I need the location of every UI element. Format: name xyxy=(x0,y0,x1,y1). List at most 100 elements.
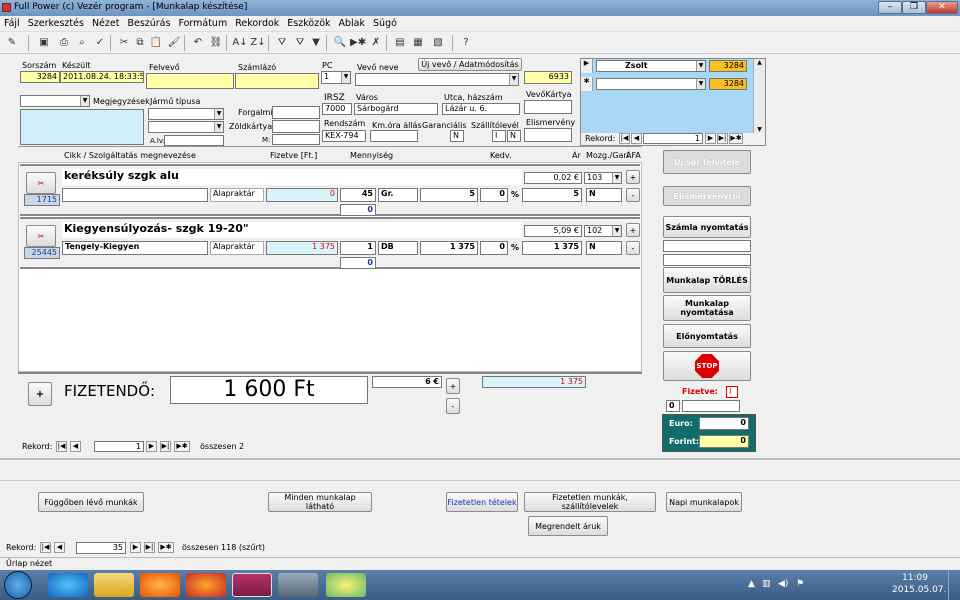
side-field-1[interactable] xyxy=(663,240,751,252)
maximize-button[interactable]: ❐ xyxy=(902,1,926,14)
print-preview-icon[interactable]: ⌕ xyxy=(74,35,90,50)
new-record-nav-icon[interactable]: ▶✱ xyxy=(174,441,190,452)
payment-extra-field[interactable] xyxy=(682,400,740,412)
new-record-icon[interactable]: ▶✱ xyxy=(350,35,366,50)
menu-window[interactable]: Ablak xyxy=(335,16,370,29)
item-title[interactable]: Kiegyensúlyozás- szgk 19-20" xyxy=(62,222,522,238)
item-fizetve[interactable]: 0 xyxy=(266,188,338,202)
next-record-icon[interactable]: ▶ xyxy=(146,441,157,452)
next-record-icon[interactable]: ▶ xyxy=(705,133,716,144)
find-icon[interactable]: 🔍 xyxy=(332,35,348,50)
fizetve-field[interactable]: I xyxy=(726,386,738,398)
item-afa[interactable]: N xyxy=(586,241,622,255)
item-sub-name[interactable]: Tengely-Kiegyen xyxy=(62,241,208,255)
help-icon[interactable]: ? xyxy=(458,35,474,50)
media-player-icon[interactable] xyxy=(140,573,180,597)
megjegyzes-textarea[interactable] xyxy=(20,109,144,145)
bottom-rekord-field[interactable]: 35 xyxy=(76,542,126,554)
apply-filter-icon[interactable]: ▼ xyxy=(308,35,324,50)
item-afa[interactable]: N xyxy=(586,188,622,202)
scroll-down-icon[interactable]: ▼ xyxy=(754,126,765,133)
paste-icon[interactable]: 📋 xyxy=(148,35,164,50)
menu-file[interactable]: Fájl xyxy=(0,16,24,29)
menu-records[interactable]: Rekordok xyxy=(231,16,283,29)
items-rekord-field[interactable]: 1 xyxy=(94,441,144,452)
user-number-field[interactable]: 3284 xyxy=(709,60,747,72)
elonyomtatas-button[interactable]: Előnyomtatás xyxy=(663,324,751,348)
elismerveny-field[interactable] xyxy=(524,128,572,142)
copy-icon[interactable]: ⧉ xyxy=(132,35,148,50)
item-plus-button[interactable]: + xyxy=(626,223,640,237)
flag-icon[interactable]: ⚑ xyxy=(796,579,804,589)
database-window-icon[interactable]: ▦ xyxy=(410,35,426,50)
uj-sor-button[interactable]: Új sor felvitele xyxy=(663,150,751,174)
delete-item-icon[interactable]: ✂ xyxy=(26,225,56,247)
pc-select[interactable]: 1 ▼ xyxy=(321,71,351,84)
side-field-2[interactable] xyxy=(663,254,751,266)
item-sub-name[interactable] xyxy=(62,188,208,202)
total-plus-button[interactable]: + xyxy=(446,378,460,394)
item-kedv[interactable]: 0 xyxy=(480,188,508,202)
fizetetlen-munkak-button[interactable]: Fizetetlen munkák, szállítólevelek xyxy=(524,492,656,512)
varos-field[interactable]: Sárbogárd xyxy=(354,103,438,115)
scroll-up-icon[interactable]: ▲ xyxy=(754,59,765,66)
delete-record-icon[interactable]: ✗ xyxy=(368,35,384,50)
vevokartya-field[interactable] xyxy=(524,100,572,114)
garancialis-field[interactable]: N xyxy=(450,130,464,142)
start-button-icon[interactable] xyxy=(4,571,32,599)
munkalap-nyomtatas-button[interactable]: Munkalap nyomtatása xyxy=(663,295,751,321)
user-number-field-new[interactable]: 3284 xyxy=(709,78,747,90)
item-plus-button[interactable]: + xyxy=(626,170,640,184)
minimize-button[interactable]: – xyxy=(878,1,902,14)
close-button[interactable]: ✕ xyxy=(926,1,958,14)
item-unit-price[interactable]: 1 375 xyxy=(420,241,478,255)
user-name-select[interactable]: Zsolt ▼ xyxy=(596,60,706,72)
new-record-icon[interactable]: ✱ xyxy=(581,77,593,91)
hyperlink-icon[interactable]: ⛓ xyxy=(208,35,224,50)
item-kedv[interactable]: 0 xyxy=(480,241,508,255)
fuggoben-button[interactable]: Függőben lévő munkák xyxy=(38,492,144,512)
kmora-field[interactable] xyxy=(370,130,418,142)
mozg-select[interactable]: 102 ▼ xyxy=(584,225,622,237)
forgalmi-field[interactable] xyxy=(272,106,320,119)
szallitolevel-field-1[interactable]: I xyxy=(492,130,506,142)
spelling-icon[interactable]: ✓ xyxy=(92,35,108,50)
jarmu-select-2[interactable]: ▼ xyxy=(148,121,224,133)
irsz-field[interactable]: 7000 xyxy=(322,103,352,115)
szamla-nyomtatas-button[interactable]: Számla nyomtatás xyxy=(663,216,751,238)
menu-tools[interactable]: Eszközök xyxy=(283,16,334,29)
item-fizetve[interactable]: 1 375 xyxy=(266,241,338,255)
delete-item-icon[interactable]: ✂ xyxy=(26,172,56,194)
jarmu-select-1[interactable]: ▼ xyxy=(148,108,224,120)
prev-record-icon[interactable]: ◀ xyxy=(631,133,642,144)
volume-icon[interactable]: ◀) xyxy=(778,579,788,589)
total-minus-button[interactable]: - xyxy=(446,398,460,414)
undo-icon[interactable]: ↶ xyxy=(190,35,206,50)
minden-munkalap-button[interactable]: Minden munkalap látható xyxy=(268,492,372,512)
felvevo-field[interactable] xyxy=(146,73,234,89)
item-qty[interactable]: 45 xyxy=(340,188,376,202)
firefox-icon[interactable] xyxy=(186,573,226,597)
new-object-icon[interactable]: ▧ xyxy=(430,35,446,50)
fizetetlen-tetelek-button[interactable]: Fizetetlen tételek xyxy=(446,492,518,512)
keszult-field[interactable]: 2011.08.24. 18:33:58 xyxy=(60,71,144,83)
menu-help[interactable]: Súgó xyxy=(369,16,401,29)
first-record-icon[interactable]: |◀ xyxy=(619,133,630,144)
stop-button[interactable]: STOP xyxy=(663,351,751,381)
network-icon[interactable]: ▥ xyxy=(762,579,771,589)
control-panel-icon[interactable] xyxy=(278,573,318,597)
forint-field[interactable]: 0 xyxy=(699,435,749,448)
add-row-button[interactable]: + xyxy=(28,382,52,406)
menu-view[interactable]: Nézet xyxy=(88,16,124,29)
first-record-icon[interactable]: |◀ xyxy=(40,542,51,553)
new-record-nav-icon[interactable]: ▶✱ xyxy=(729,133,743,144)
prev-record-icon[interactable]: ◀ xyxy=(54,542,65,553)
format-painter-icon[interactable]: 🖌 xyxy=(166,35,182,50)
rendszam-field[interactable]: KEX-794 xyxy=(322,130,366,142)
m-field[interactable] xyxy=(272,134,320,145)
utca-field[interactable]: Lázár u. 6. xyxy=(442,103,520,115)
show-desktop-button[interactable] xyxy=(948,570,960,600)
euro-field[interactable]: 0 xyxy=(699,417,749,430)
uj-vevo-button[interactable]: Új vevő / Adatmódosítás xyxy=(418,58,522,71)
item-minus-button[interactable]: - xyxy=(626,188,640,202)
